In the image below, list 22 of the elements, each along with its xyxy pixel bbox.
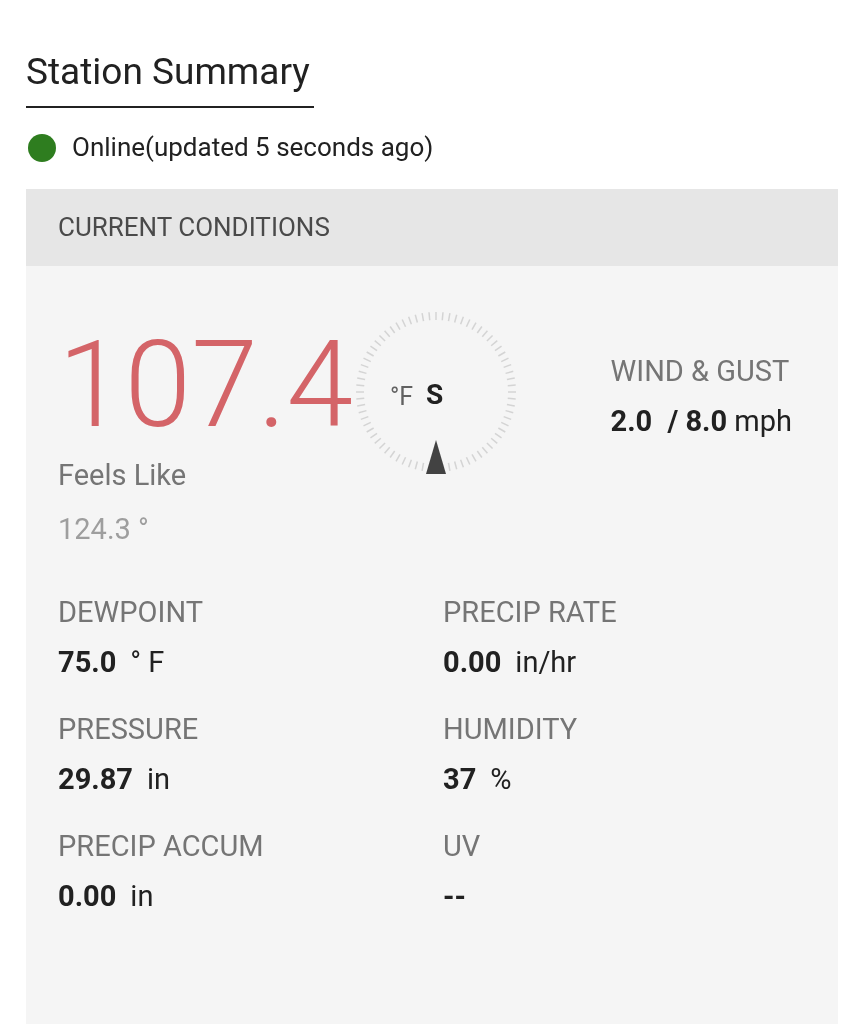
metric-label: DEWPOINT [58, 594, 204, 631]
status-text: Online(updated 5 seconds ago) [72, 131, 434, 164]
metric-value: 0.00 in [58, 877, 155, 915]
wind-direction: S [426, 377, 444, 413]
metric-label: PRECIP RATE [443, 594, 618, 631]
metric-label: PRECIP ACCUM [58, 828, 265, 865]
temperature-unit: °F [390, 381, 414, 413]
page-title: Station Summary [26, 50, 314, 108]
metric-value: 75.0 ° F [58, 643, 166, 681]
feels-like-value: 124.3 ° [58, 510, 150, 548]
metric-value: 29.87 in [58, 760, 172, 798]
metric-label: PRESSURE [58, 711, 200, 748]
metric-value: 37 % [443, 760, 513, 798]
panel-header-text: CURRENT CONDITIONS [58, 211, 330, 244]
feels-like-label: Feels Like [58, 457, 188, 494]
metric-value: -- [443, 877, 467, 915]
wind-label: WIND & GUST [610, 353, 791, 390]
metric-label: HUMIDITY [443, 711, 579, 748]
metric-label: UV [443, 828, 482, 865]
metric-value: 0.00 in/hr [443, 643, 578, 681]
temperature-value: 107.4 [58, 330, 354, 440]
wind-value: 2.0 / 8.0 mph [610, 402, 792, 440]
